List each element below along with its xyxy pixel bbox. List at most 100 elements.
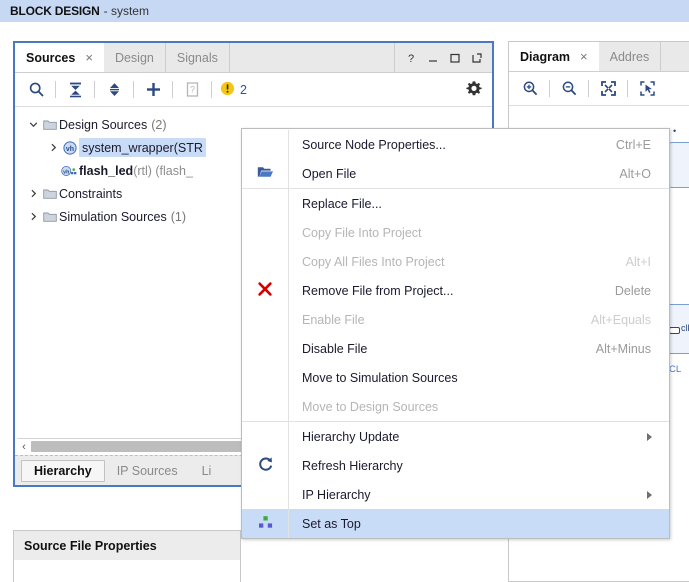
tab-signals-label: Signals <box>176 50 218 65</box>
menu-gutter <box>242 276 289 305</box>
menu-item-accel: Ctrl+E <box>615 137 651 152</box>
menu-gutter <box>242 218 289 247</box>
chevron-right-icon[interactable] <box>25 212 41 221</box>
maximize-icon[interactable] <box>448 51 461 64</box>
submenu-arrow-icon <box>647 490 652 499</box>
diagram-pin <box>669 327 680 334</box>
menu-item-open-file[interactable]: Open File Alt+O <box>242 159 669 188</box>
vhdl-module-icon: vh <box>61 164 79 178</box>
zoom-area-icon[interactable] <box>634 77 660 101</box>
tab-address-editor-label: Addres <box>609 49 650 64</box>
source-file-properties-panel: Source File Properties <box>13 530 241 582</box>
tree-label: system_wrapper(STR <box>82 140 203 155</box>
menu-item-refresh-hierarchy[interactable]: Refresh Hierarchy <box>242 451 669 480</box>
help-icon[interactable]: ? <box>404 51 417 64</box>
menu-item-accel: Alt+Minus <box>595 341 651 356</box>
tree-selected-row[interactable]: system_wrapper(STR <box>79 138 206 157</box>
close-icon[interactable]: × <box>580 49 588 64</box>
minimize-icon[interactable] <box>426 51 439 64</box>
menu-gutter <box>242 392 289 421</box>
menu-gutter <box>242 247 289 276</box>
warning-count: 2 <box>240 82 247 97</box>
svg-text:?: ? <box>189 85 194 95</box>
menu-item-ip-hierarchy[interactable]: IP Hierarchy <box>242 480 669 509</box>
menu-item-remove-file-from-project[interactable]: Remove File from Project... Delete <box>242 276 669 305</box>
tab-sources[interactable]: Sources × <box>15 43 104 72</box>
menu-gutter <box>242 422 289 451</box>
zoom-out-icon[interactable] <box>556 77 582 101</box>
menu-item-label: IP Hierarchy <box>302 487 371 502</box>
tree-label: Simulation Sources <box>59 209 167 224</box>
zoom-in-icon[interactable] <box>517 77 543 101</box>
chevron-right-icon[interactable] <box>25 189 41 198</box>
toolbar-separator <box>549 80 550 97</box>
collapse-all-icon[interactable] <box>62 78 88 102</box>
menu-item-accel: Alt+I <box>625 254 651 269</box>
source-file-properties-title: Source File Properties <box>14 531 240 560</box>
block-design-subtitle: - system <box>103 4 149 18</box>
bottom-tab-ip-sources[interactable]: IP Sources <box>105 461 190 481</box>
warning-indicator[interactable]: 2 <box>220 81 247 99</box>
menu-item-accel: Alt+O <box>619 166 651 181</box>
submenu-arrow-icon <box>647 432 652 441</box>
toolbar-separator <box>588 80 589 97</box>
tree-count: (1) <box>170 209 186 224</box>
menu-item-move-to-simulation-sources[interactable]: Move to Simulation Sources <box>242 363 669 392</box>
menu-item-hierarchy-update[interactable]: Hierarchy Update <box>242 422 669 451</box>
menu-gutter <box>242 334 289 363</box>
tab-diagram[interactable]: Diagram × <box>509 42 599 71</box>
menu-item-accel: Alt+Equals <box>590 312 651 327</box>
tab-address-editor[interactable]: Addres <box>599 42 662 71</box>
menu-item-label: Source Node Properties... <box>302 137 446 152</box>
sources-toolbar: ? 2 <box>15 73 492 107</box>
toolbar-separator <box>627 80 628 97</box>
menu-item-disable-file[interactable]: Disable File Alt+Minus <box>242 334 669 363</box>
menu-gutter <box>242 305 289 334</box>
menu-gutter <box>242 363 289 392</box>
menu-gutter <box>242 130 289 159</box>
tab-signals[interactable]: Signals <box>166 43 230 72</box>
menu-item-move-to-design-sources: Move to Design Sources <box>242 392 669 421</box>
menu-item-label: Move to Simulation Sources <box>302 370 458 385</box>
menu-item-label: Copy File Into Project <box>302 225 422 240</box>
tab-diagram-label: Diagram <box>520 49 571 64</box>
bottom-tab-hierarchy[interactable]: Hierarchy <box>21 459 105 482</box>
scroll-left-icon[interactable]: ‹ <box>17 441 31 453</box>
search-icon[interactable] <box>23 78 49 102</box>
menu-item-source-node-properties[interactable]: Source Node Properties... Ctrl+E <box>242 130 669 159</box>
chevron-down-icon[interactable] <box>25 120 41 129</box>
menu-gutter <box>242 509 289 538</box>
vhdl-icon: vh <box>61 140 79 155</box>
folder-icon <box>41 211 59 223</box>
refresh-icon <box>257 456 274 476</box>
folder-icon <box>41 119 59 131</box>
report-icon[interactable]: ? <box>179 78 205 102</box>
menu-item-set-as-top[interactable]: Set as Top <box>242 509 669 538</box>
warning-icon <box>220 81 235 99</box>
menu-gutter <box>242 159 289 188</box>
diagram-block-upper[interactable] <box>667 142 689 188</box>
chevron-right-icon[interactable] <box>45 143 61 152</box>
menu-gutter <box>242 480 289 509</box>
close-icon[interactable]: × <box>85 50 93 65</box>
block-design-banner: BLOCK DESIGN - system <box>0 0 689 22</box>
source-context-menu[interactable]: Source Node Properties... Ctrl+E Open Fi… <box>241 128 670 539</box>
tab-design[interactable]: Design <box>104 43 166 72</box>
float-window-icon[interactable] <box>470 51 483 64</box>
bottom-tab-libraries[interactable]: Li <box>190 461 224 481</box>
menu-item-label: Copy All Files Into Project <box>302 254 445 269</box>
menu-item-enable-file: Enable File Alt+Equals <box>242 305 669 334</box>
remove-x-icon <box>257 281 273 300</box>
menu-item-label: Replace File... <box>302 196 382 211</box>
expand-all-icon[interactable] <box>101 78 127 102</box>
svg-text:?: ? <box>407 53 413 64</box>
folder-icon <box>41 188 59 200</box>
zoom-fit-icon[interactable] <box>595 77 621 101</box>
tree-count: (2) <box>151 117 167 132</box>
menu-item-replace-file[interactable]: Replace File... <box>242 189 669 218</box>
add-sources-icon[interactable] <box>140 78 166 102</box>
gear-icon[interactable] <box>466 80 482 99</box>
diagram-upper-label: • <box>673 126 677 136</box>
source-file-properties-body <box>14 560 240 582</box>
menu-item-label: Open File <box>302 166 357 181</box>
